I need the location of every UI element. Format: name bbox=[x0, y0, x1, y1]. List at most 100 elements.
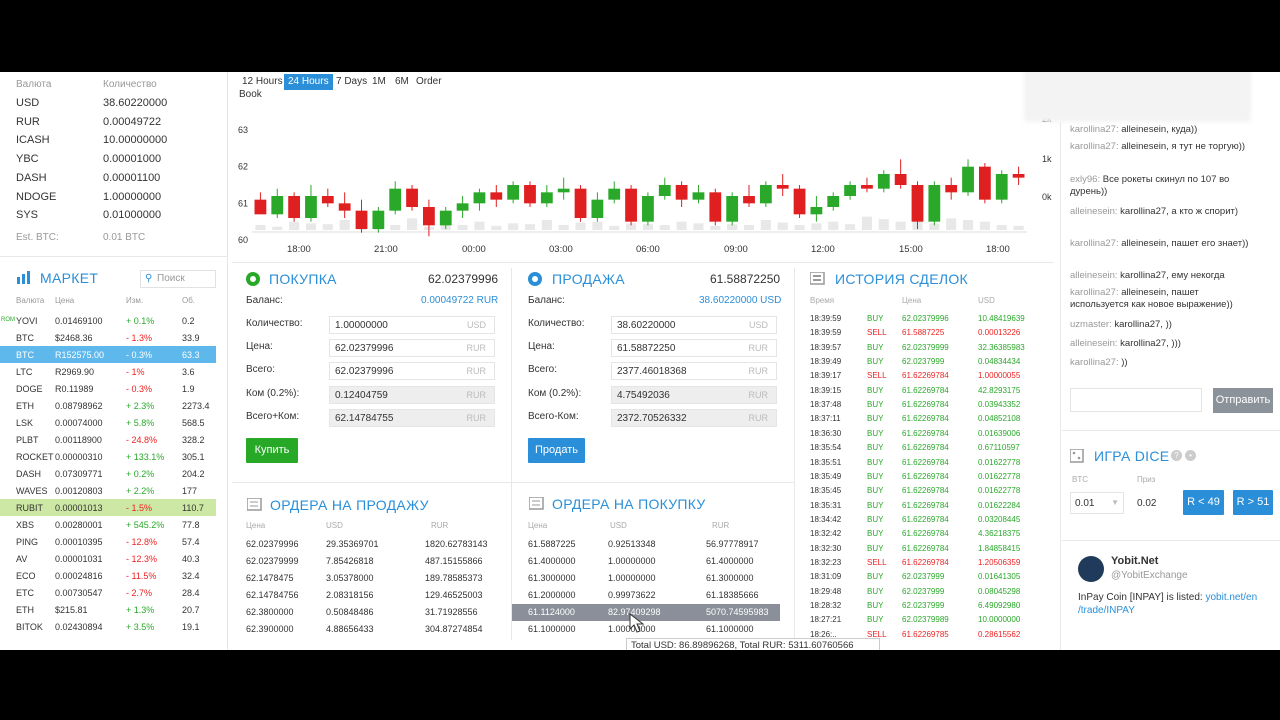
sell-button[interactable]: Продать bbox=[528, 438, 585, 463]
buy-order-row[interactable]: 61.3000000 1.00000000 61.3000000 bbox=[512, 570, 780, 587]
market-row[interactable]: BTC R152575.00 - 0.3% 63.3 bbox=[0, 346, 216, 363]
market-row[interactable]: BITOK 0.02430894 + 3.5% 19.1 bbox=[0, 618, 216, 635]
sell-order-row[interactable]: 62.3800000 0.50848486 31.71928556 bbox=[232, 604, 508, 621]
buy-qty-input[interactable]: 1.00000000 USD bbox=[329, 316, 495, 334]
dice-bet-select[interactable]: 0.01 ▼ bbox=[1070, 492, 1124, 514]
market-row[interactable]: XBS 0.00280001 + 545.2% 77.8 bbox=[0, 516, 216, 533]
market-search-input[interactable]: ⚲ Поиск bbox=[140, 270, 216, 288]
market-row[interactable]: RUBIT 0.00001013 - 1.5% 110.7 bbox=[0, 499, 216, 516]
market-row[interactable]: ROM YOVI 0.01469100 + 0.1% 0.2 bbox=[0, 312, 216, 329]
trade-row: 18:32:30 BUY 61.62269784 1.84858415 bbox=[810, 542, 1040, 556]
trade-time: 18:35:51 bbox=[810, 457, 842, 467]
sell-order-row[interactable]: 62.14784756 2.08318156 129.46525003 bbox=[232, 587, 508, 604]
trade-row: 18:28:32 BUY 62.0237999 6.49092980 bbox=[810, 599, 1040, 613]
left-sidebar: Валюта Количество USD 38.60220000 RUR 0.000… bbox=[0, 72, 228, 650]
sell-icon bbox=[528, 272, 542, 286]
market-row[interactable]: DOGE R0.11989 - 0.3% 1.9 bbox=[0, 380, 216, 397]
market-row[interactable]: ROCKET 0.00000310 + 133.1% 305.1 bbox=[0, 448, 216, 465]
settings-icon[interactable]: • bbox=[1185, 450, 1196, 461]
chat-input[interactable] bbox=[1070, 388, 1202, 412]
candle-body bbox=[439, 210, 452, 226]
trade-row: 18:39:59 BUY 62.02379996 10.48419639 bbox=[810, 312, 1040, 326]
sell-balance-value[interactable]: 38.60220000 USD bbox=[699, 295, 781, 306]
sell-order-row[interactable]: 62.02379999 7.85426818 487.15155866 bbox=[232, 553, 508, 570]
sell-order-row[interactable]: 62.1478475 3.05378000 189.78585373 bbox=[232, 570, 508, 587]
market-row[interactable]: WAVES 0.00120803 + 2.2% 177 bbox=[0, 482, 216, 499]
chat-send-button[interactable]: Отправить bbox=[1213, 388, 1273, 413]
sell-price-input[interactable]: 61.58872250 RUR bbox=[611, 339, 777, 357]
order-usd: 1.00000000 bbox=[608, 573, 656, 583]
volume-bar bbox=[255, 225, 266, 230]
market-row[interactable]: LTC R2969.90 - 1% 3.6 bbox=[0, 363, 216, 380]
candle-body bbox=[1012, 174, 1025, 178]
dice-high-button[interactable]: R > 51 bbox=[1233, 490, 1273, 515]
market-row[interactable]: BTC $2468.36 - 1.3% 33.9 bbox=[0, 329, 216, 346]
buy-order-row[interactable]: 61.4000000 1.00000000 61.4000000 bbox=[512, 553, 780, 570]
trade-side: BUY bbox=[867, 385, 884, 395]
candle-body bbox=[861, 185, 873, 189]
sell-total-input[interactable]: 2377.46018368 RUR bbox=[611, 362, 777, 380]
trade-price: 62.0237999 bbox=[902, 357, 945, 367]
volume-bar bbox=[609, 225, 620, 230]
buy-button[interactable]: Купить bbox=[246, 438, 298, 463]
chat-text: alleinesein, пашет его знает)) bbox=[1118, 238, 1249, 249]
trade-price: 61.62269784 bbox=[902, 385, 949, 395]
range-6m[interactable]: 6M bbox=[391, 74, 413, 90]
order-rur: 189.78585373 bbox=[425, 573, 483, 583]
market-row[interactable]: LSK 0.00074000 + 5.8% 568.5 bbox=[0, 414, 216, 431]
market-row[interactable]: ECO 0.00024816 - 11.5% 32.4 bbox=[0, 567, 216, 584]
order-price: 62.1478475 bbox=[246, 573, 294, 583]
market-icon bbox=[17, 271, 30, 284]
help-icon[interactable]: ? bbox=[1171, 450, 1182, 461]
buy-order-row[interactable]: 61.1124000 82.97409298 5070.74595983 bbox=[512, 604, 780, 621]
trade-row: 18:32:23 SELL 61.62269784 1.20506359 bbox=[810, 556, 1040, 570]
trade-row: 18:26:.. SELL 61.62269785 0.28615562 bbox=[810, 628, 1040, 642]
trade-side: BUY bbox=[867, 615, 884, 625]
balance-amount: 0.00001100 bbox=[103, 171, 161, 184]
market-change: + 2.2% bbox=[126, 486, 155, 496]
market-currency: BITOK bbox=[16, 622, 43, 632]
buy-price-input[interactable]: 62.02379996 RUR bbox=[329, 339, 495, 357]
market-volume: 63.3 bbox=[182, 350, 200, 360]
range-order[interactable]: Order bbox=[412, 74, 446, 90]
range-24-hours[interactable]: 24 Hours bbox=[284, 74, 333, 90]
buy-balance-value[interactable]: 0.00049722 RUR bbox=[421, 295, 498, 306]
market-volume: 57.4 bbox=[182, 537, 200, 547]
market-change: - 24.8% bbox=[126, 435, 158, 445]
tweet-link[interactable]: yobit.net/en bbox=[1205, 592, 1257, 603]
trade-price: 62.02379999 bbox=[902, 342, 949, 352]
buy-balance-label: Баланс: bbox=[246, 295, 283, 306]
market-row[interactable]: ETH $215.81 + 1.3% 20.7 bbox=[0, 601, 216, 618]
buy-fee-label: Ком (0.2%): bbox=[246, 388, 300, 399]
sell-order-row[interactable]: 62.02379996 29.35369701 1820.62783143 bbox=[232, 536, 508, 553]
market-currency: RUBIT bbox=[16, 503, 43, 513]
market-row[interactable]: ETC 0.00730547 - 2.7% 28.4 bbox=[0, 584, 216, 601]
market-currency: XBS bbox=[16, 520, 35, 530]
sell-order-row[interactable]: 62.3900000 4.88656433 304.87274854 bbox=[232, 621, 508, 638]
sell-qty-input[interactable]: 38.60220000 USD bbox=[611, 316, 777, 334]
trade-usd: 4.36218375 bbox=[978, 529, 1021, 539]
market-row[interactable]: AV 0.00001031 - 12.3% 40.3 bbox=[0, 550, 216, 567]
dice-low-button[interactable]: R < 49 bbox=[1183, 490, 1224, 515]
market-row[interactable]: PING 0.00010395 - 12.8% 57.4 bbox=[0, 533, 216, 550]
trade-price: 61.62269785 bbox=[902, 629, 949, 639]
order-rur: 31.71928556 bbox=[425, 607, 478, 617]
buy-order-row[interactable]: 61.1000000 1.00000000 61.1000000 bbox=[512, 621, 780, 638]
buy-order-row[interactable]: 61.5887225 0.92513348 56.97778917 bbox=[512, 536, 780, 553]
candle-body bbox=[692, 192, 705, 200]
market-row[interactable]: ETH 0.08798962 + 2.3% 2273.4 bbox=[0, 397, 216, 414]
range-1m[interactable]: 1M bbox=[368, 74, 390, 90]
market-row[interactable]: PLBT 0.00118900 - 24.8% 328.2 bbox=[0, 431, 216, 448]
buy-order-row[interactable]: 61.2000000 0.99973622 61.18385666 bbox=[512, 587, 780, 604]
range-12-hours[interactable]: 12 Hours bbox=[238, 74, 287, 90]
buy-total-input[interactable]: 62.02379996 RUR bbox=[329, 362, 495, 380]
trade-row: 18:37:11 BUY 61.62269784 0.04852108 bbox=[810, 412, 1040, 426]
order-usd: 0.99973622 bbox=[608, 590, 656, 600]
range-7-days[interactable]: 7 Days bbox=[332, 74, 371, 90]
volume-bar bbox=[676, 221, 687, 230]
order-usd: 0.50848486 bbox=[326, 607, 374, 617]
market-volume: 568.5 bbox=[182, 418, 205, 428]
trade-usd: 0.01622284 bbox=[978, 500, 1021, 510]
trade-price: 61.5887225 bbox=[902, 328, 945, 338]
market-row[interactable]: DASH 0.07309771 + 0.2% 204.2 bbox=[0, 465, 216, 482]
